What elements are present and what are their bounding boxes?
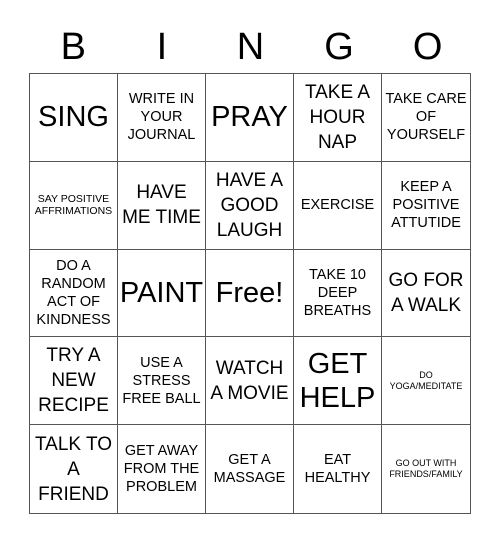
bingo-cell-text: GO FOR A WALK xyxy=(388,269,464,316)
bingo-cell[interactable]: KEEP A POSITIVE ATTUTIDE xyxy=(382,162,470,250)
header-letter-g: G xyxy=(324,26,354,68)
header-letter-o: O xyxy=(412,26,443,68)
bingo-cell-text: GET HELP xyxy=(299,347,376,414)
bingo-cell-text: TAKE A HOUR NAP xyxy=(304,81,371,153)
bingo-cell[interactable]: TAKE 10 DEEP BREATHS xyxy=(294,249,382,338)
header-letter-n: N xyxy=(236,26,265,68)
bingo-cell[interactable]: USE A STRESS FREE BALL xyxy=(118,337,206,426)
bingo-cell[interactable]: PRAY xyxy=(206,74,294,162)
bingo-cell[interactable]: GET AWAY FROM THE PROBLEM xyxy=(118,425,206,513)
bingo-cell-text: TAKE 10 DEEP BREATHS xyxy=(303,266,372,319)
bingo-cell-text: USE A STRESS FREE BALL xyxy=(122,354,201,407)
bingo-cell-text: KEEP A POSITIVE ATTUTIDE xyxy=(391,179,461,232)
bingo-cell-text: EAT HEALTHY xyxy=(304,452,371,487)
bingo-cell[interactable]: SAY POSITIVE AFFRIMATIONS xyxy=(30,161,118,250)
bingo-cell[interactable]: TAKE A HOUR NAP xyxy=(294,74,382,162)
bingo-cell-text: DO A RANDOM ACT OF KINDNESS xyxy=(36,257,111,328)
bingo-cell[interactable]: GET A MASSAGE xyxy=(206,425,294,513)
bingo-cell-text: DO YOGA/MEDITATE xyxy=(389,369,463,391)
bingo-cell-text: WRITE IN YOUR JOURNAL xyxy=(127,91,196,144)
bingo-cell[interactable]: TAKE CARE OF YOURSELF xyxy=(382,74,470,162)
bingo-cell-text: HAVE ME TIME xyxy=(122,182,201,229)
bingo-cell-text: EXERCISE xyxy=(300,197,375,214)
bingo-card-grid: SING WRITE IN YOUR JOURNAL PRAY TAKE A HOUR… xyxy=(29,73,471,514)
bingo-cell[interactable]: SING xyxy=(30,74,118,162)
bingo-cell[interactable]: EXERCISE xyxy=(294,161,382,250)
bingo-cell-text: GET AWAY FROM THE PROBLEM xyxy=(123,443,200,496)
bingo-cell[interactable]: HAVE ME TIME xyxy=(118,161,206,250)
bingo-cell-free[interactable]: Free! xyxy=(206,249,294,338)
header-letter-i: I xyxy=(156,26,168,68)
bingo-cell[interactable]: DO A RANDOM ACT OF KINDNESS xyxy=(30,249,118,338)
bingo-cell-text: PRAY xyxy=(211,101,288,134)
bingo-cell-text: HAVE A GOOD LAUGH xyxy=(215,169,284,241)
bingo-cell-text: TRY A NEW RECIPE xyxy=(38,345,109,417)
bingo-cell-text: Free! xyxy=(215,276,284,309)
bingo-cell[interactable]: WRITE IN YOUR JOURNAL xyxy=(118,74,206,162)
bingo-cell[interactable]: PAINT xyxy=(118,249,206,338)
bingo-cell[interactable]: EAT HEALTHY xyxy=(294,425,382,513)
bingo-cell[interactable]: TRY A NEW RECIPE xyxy=(30,337,118,426)
bingo-cell[interactable]: WATCH A MOVIE xyxy=(206,337,294,426)
bingo-cell-text: SING xyxy=(38,101,109,134)
bingo-cell-text: SAY POSITIVE AFFRIMATIONS xyxy=(34,193,113,218)
bingo-header: B I N G O xyxy=(29,22,472,72)
bingo-cell[interactable]: HAVE A GOOD LAUGH xyxy=(206,161,294,250)
bingo-cell[interactable]: TALK TO A FRIEND xyxy=(30,425,118,513)
bingo-cell-text: TALK TO A FRIEND xyxy=(34,433,113,505)
bingo-cell[interactable]: DO YOGA/MEDITATE xyxy=(382,337,470,426)
bingo-cell[interactable]: GO FOR A WALK xyxy=(382,250,470,338)
bingo-cell-text: GET A MASSAGE xyxy=(213,452,286,487)
header-letter-b: B xyxy=(60,26,86,68)
bingo-cell-text: WATCH A MOVIE xyxy=(210,357,289,404)
bingo-cell[interactable]: GO OUT WITH FRIENDS/FAMILY xyxy=(382,425,470,513)
bingo-cell-text: GO OUT WITH FRIENDS/FAMILY xyxy=(389,458,463,480)
bingo-cell-text: TAKE CARE OF YOURSELF xyxy=(385,91,467,144)
bingo-cell[interactable]: GET HELP xyxy=(294,337,382,426)
bingo-cell-text: PAINT xyxy=(119,276,204,309)
